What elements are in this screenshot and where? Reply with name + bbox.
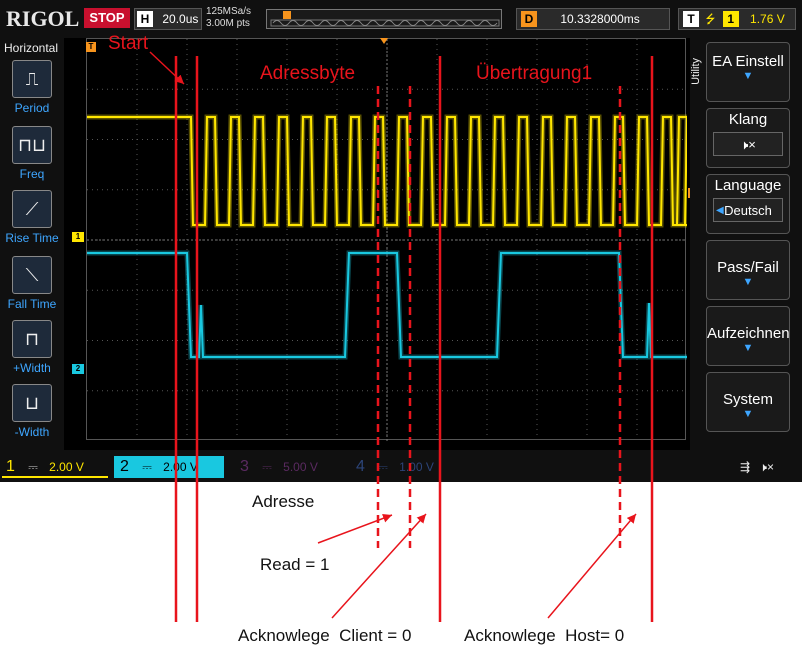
annotation-ack-host: Acknowlege Host= 0 bbox=[464, 626, 625, 645]
annotation-start: Start bbox=[108, 33, 149, 54]
annotation-adressbyte: Adressbyte bbox=[260, 63, 356, 84]
annotation-uebertragung: Übertragung1 bbox=[476, 63, 593, 84]
annotation-overlay bbox=[149, 51, 654, 622]
annotation-ack-client: Acknowlege Client = 0 bbox=[238, 626, 412, 645]
read-arrow bbox=[317, 513, 393, 544]
ack-host-arrow bbox=[547, 513, 637, 619]
start-arrow bbox=[149, 51, 185, 85]
annotation-adresse: Adresse bbox=[252, 492, 315, 511]
annotation-read: Read = 1 bbox=[260, 555, 330, 574]
